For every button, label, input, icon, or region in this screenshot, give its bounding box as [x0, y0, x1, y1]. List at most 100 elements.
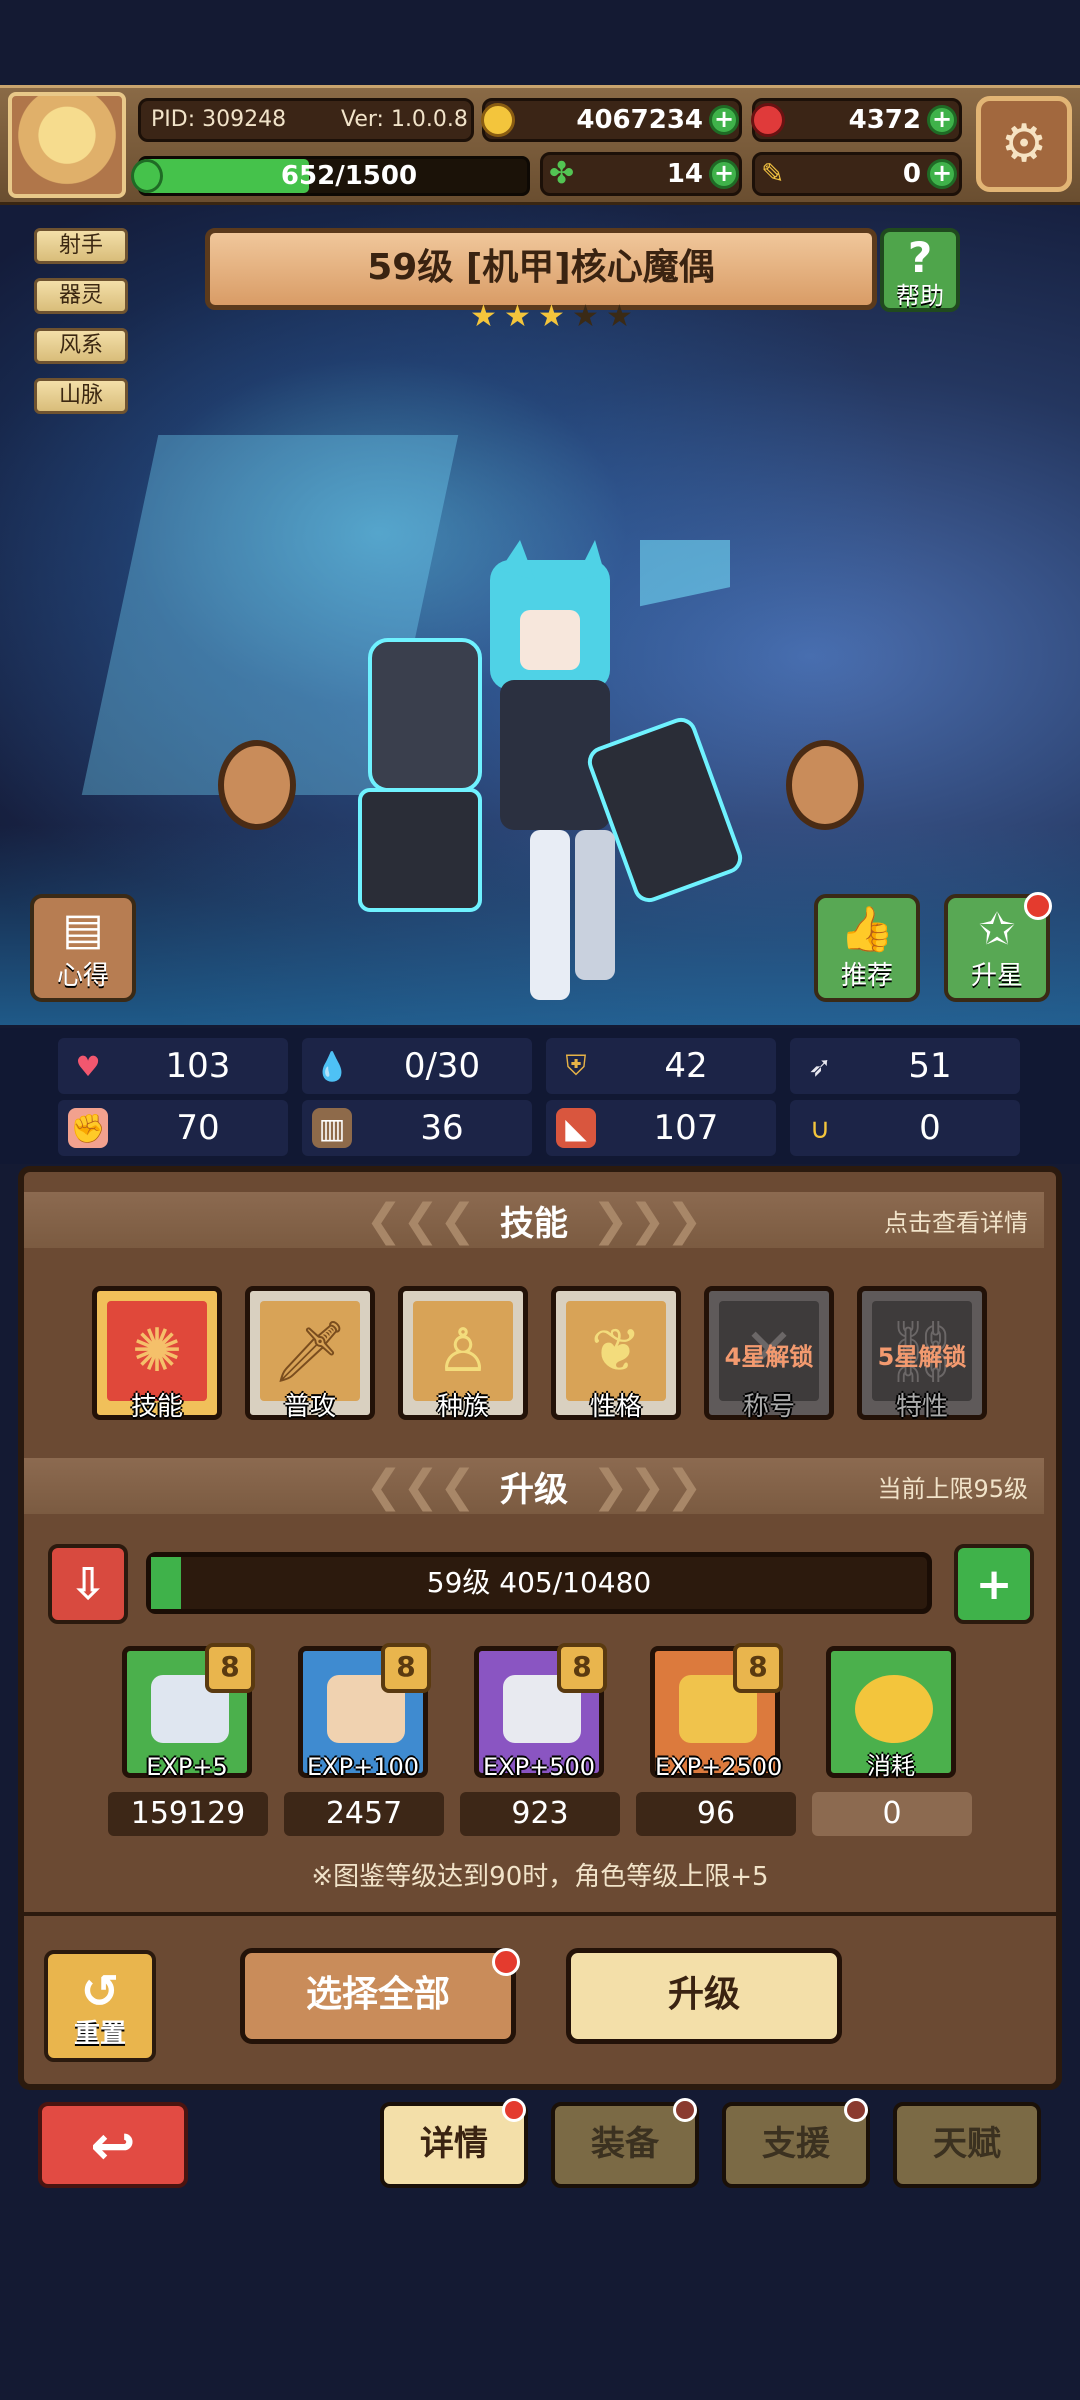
tab-talent[interactable]: 天赋 — [893, 2102, 1041, 2188]
star-up-notification-dot — [1024, 892, 1052, 920]
add-level-button[interactable]: + — [954, 1544, 1034, 1624]
exp-item-label: 消耗 — [867, 1752, 915, 1780]
exp-item-large[interactable]: 8 EXP+500 — [474, 1643, 607, 1781]
skill-slot-trait-locked[interactable]: ⛓ 5星解锁 特性 — [857, 1286, 987, 1422]
heart-icon: ♥ — [75, 1049, 101, 1083]
select-all-notification-dot — [492, 1948, 520, 1976]
exp-item-count: 159129 — [108, 1792, 268, 1836]
boot-icon: ◣ — [556, 1108, 596, 1148]
hero-sprite[interactable] — [340, 540, 760, 1030]
stat-luck-value: 0 — [919, 1108, 941, 1148]
gem-value: 4372 — [848, 105, 921, 135]
tab-equipment-label: 装备 — [591, 2124, 659, 2164]
upgrade-hint: 当前上限95级 — [877, 1474, 1028, 1503]
rotate-right-icon[interactable] — [786, 740, 864, 830]
player-exp-text: 652/1500 — [280, 161, 418, 191]
add-gold-button[interactable]: + — [709, 105, 739, 135]
badge-icon: 8 — [733, 1643, 783, 1693]
select-all-label: 选择全部 — [305, 1974, 450, 2015]
download-icon: ⇩ — [69, 1558, 107, 1610]
chevron-left-icon: ❮❮❮ — [365, 1460, 476, 1512]
star-filled-icon: ★ — [538, 299, 565, 334]
clover-icon: ✤ — [549, 156, 575, 191]
gold-coin-icon — [481, 103, 515, 137]
skills-hint[interactable]: 点击查看详情 — [884, 1203, 1028, 1238]
skill-slot-personality[interactable]: ❦ 性格 — [551, 1286, 681, 1422]
hero-face — [520, 610, 580, 670]
plus-icon: + — [975, 1558, 1013, 1610]
upgrade-header: ❮❮❮ 升级 ❯❯❯ 当前上限95级 — [24, 1458, 1044, 1514]
support-notification-dot — [844, 2098, 868, 2122]
chevron-left-icon: ❮❮❮ — [365, 1194, 476, 1246]
star-empty-icon: ★ — [572, 299, 599, 334]
tag-0[interactable]: 射手 — [34, 228, 128, 264]
recommend-label: 推荐 — [840, 961, 893, 991]
upgrade-label: 升级 — [667, 1974, 740, 2015]
hero-leg-right — [575, 830, 615, 980]
tab-talent-label: 天赋 — [933, 2124, 1001, 2164]
stat-magic: ▥ 36 — [302, 1100, 532, 1156]
back-button[interactable]: ↩ — [38, 2102, 188, 2188]
recommend-button[interactable]: 👍 推荐 — [814, 894, 920, 1002]
skill-slot-label: 普攻 — [283, 1392, 336, 1422]
add-ticket-button[interactable]: + — [927, 159, 957, 189]
badge-icon: 8 — [381, 1643, 431, 1693]
add-clover-button[interactable]: + — [709, 159, 739, 189]
hero-left-arm — [368, 638, 482, 792]
tag-2[interactable]: 风系 — [34, 328, 128, 364]
skill-slot-basic-attack[interactable]: 🗡 普攻 — [245, 1286, 375, 1422]
insight-label: 心得 — [56, 961, 109, 991]
clover-pill: ✤ 14 + — [540, 152, 742, 196]
ticket-pill: ✎ 0 + — [752, 152, 962, 196]
exp-item-small[interactable]: 8 EXP+5 — [122, 1643, 255, 1781]
question-icon: ? — [907, 233, 933, 282]
badge-icon: 8 — [205, 1643, 255, 1693]
skill-slot-title-locked[interactable]: ✕ 4星解锁 称号 — [704, 1286, 834, 1422]
select-all-button[interactable]: 选择全部 — [240, 1948, 516, 2044]
skill-slot-label: 特性 — [895, 1392, 948, 1422]
equipment-notification-dot — [673, 2098, 697, 2122]
exp-item-medium[interactable]: 8 EXP+100 — [298, 1643, 431, 1781]
stat-magic-value: 36 — [420, 1108, 464, 1148]
upgrade-title: 升级 — [500, 1469, 568, 1510]
exp-item-count: 923 — [460, 1792, 620, 1836]
stat-luck: ∪ 0 — [790, 1100, 1020, 1156]
rotate-left-icon[interactable] — [218, 740, 296, 830]
exp-item-huge[interactable]: 8 EXP+2500 — [650, 1643, 783, 1781]
skill-slot-label: 技能 — [130, 1392, 183, 1422]
wing-icon: ➶ — [808, 1049, 832, 1083]
exp-item-label: EXP+5 — [146, 1753, 228, 1781]
upgrade-button[interactable]: 升级 — [566, 1948, 842, 2044]
consume-count: 0 — [812, 1792, 972, 1836]
tag-1[interactable]: 器灵 — [34, 278, 128, 314]
skill-lock-text: 5星解锁 — [877, 1343, 967, 1371]
fist-icon: ✊ — [68, 1108, 108, 1148]
game-screen: PID: 309248 Ver: 1.0.0.8 4067234 + 4372 … — [0, 0, 1080, 2400]
scroll-icon: ▤ — [62, 904, 104, 955]
gear-icon: ⚙ — [1000, 114, 1048, 174]
stat-defense-value: 42 — [664, 1046, 708, 1086]
details-notification-dot — [502, 2098, 526, 2122]
level-cap-note: ※图鉴等级达到90时，角色等级上限+5 — [311, 1862, 769, 1892]
stat-mana: 💧 0/30 — [302, 1038, 532, 1094]
pid-version-pill: PID: 309248 Ver: 1.0.0.8 — [138, 98, 474, 142]
add-gem-button[interactable]: + — [927, 105, 957, 135]
consume-item[interactable]: 消耗 — [826, 1646, 956, 1780]
exp-item-count: 96 — [636, 1792, 796, 1836]
reset-button[interactable]: ↺ 重置 — [44, 1950, 156, 2062]
panel-divider — [24, 1912, 1056, 1916]
exp-item-label: EXP+100 — [307, 1753, 419, 1781]
player-avatar[interactable] — [8, 92, 126, 198]
chevron-right-icon: ❯❯❯ — [592, 1194, 703, 1246]
tab-support-label: 支援 — [762, 2124, 830, 2164]
droplet-icon: 💧 — [314, 1049, 350, 1083]
help-button[interactable]: ? 帮助 — [880, 228, 960, 312]
tag-3[interactable]: 山脉 — [34, 378, 128, 414]
bottom-spacer — [0, 2200, 1080, 2400]
settings-button[interactable]: ⚙ — [976, 96, 1072, 192]
skill-slot-skill[interactable]: ✺ 技能 — [92, 1286, 222, 1422]
skill-slot-race[interactable]: ♙ 种族 — [398, 1286, 528, 1422]
reset-icon: ↺ — [80, 1964, 120, 2018]
insight-button[interactable]: ▤ 心得 — [30, 894, 136, 1002]
download-button[interactable]: ⇩ — [48, 1544, 128, 1624]
